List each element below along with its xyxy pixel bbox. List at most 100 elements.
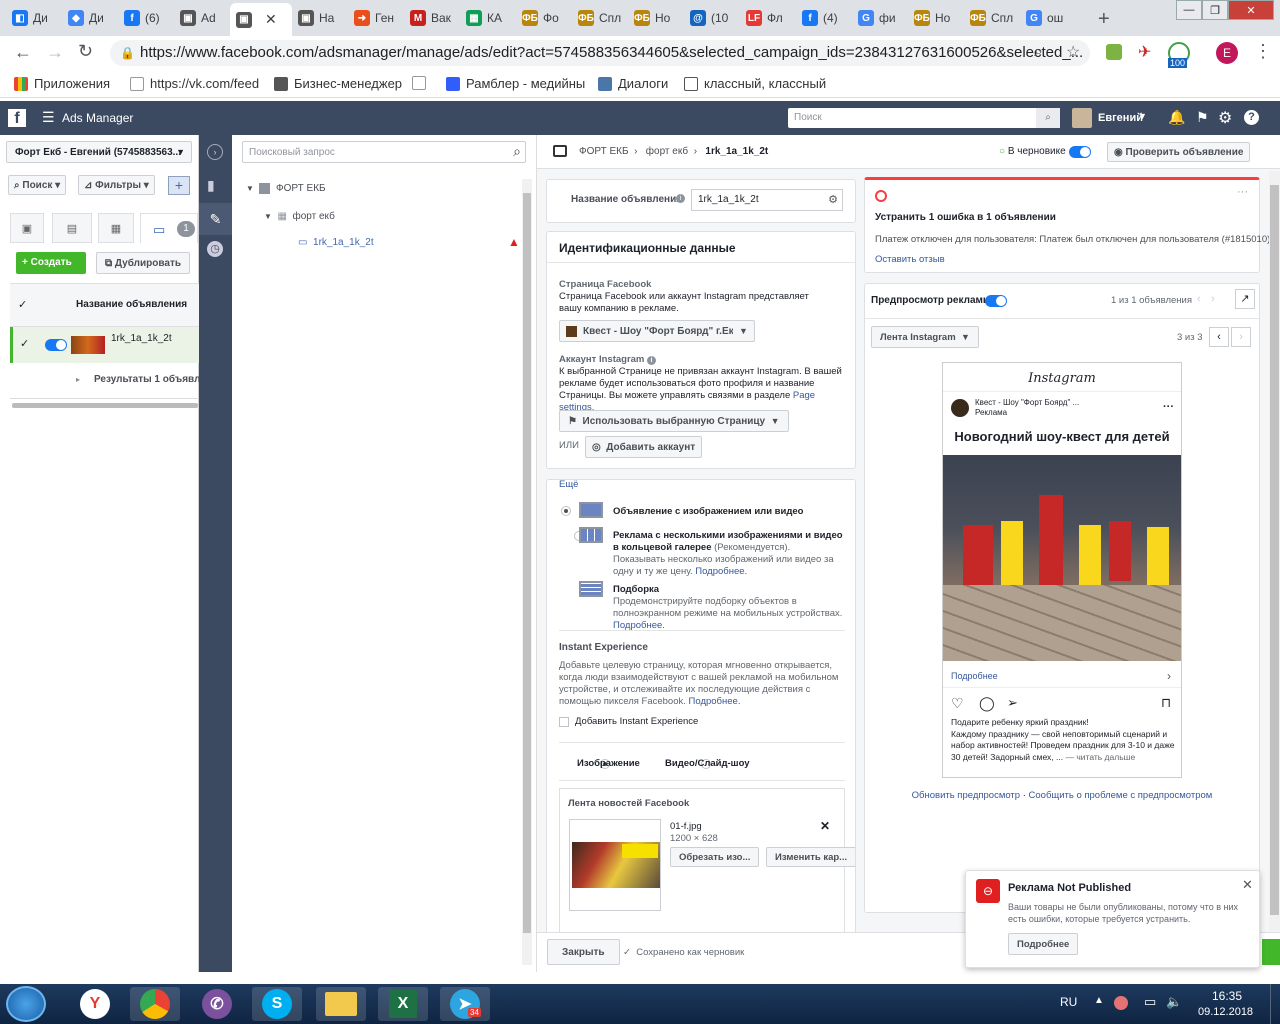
tray-app-icon[interactable] bbox=[1114, 996, 1128, 1010]
browser-tab[interactable]: Gфи bbox=[852, 4, 908, 32]
close-button[interactable]: Закрыть bbox=[547, 939, 620, 965]
editor-scrollbar[interactable] bbox=[1269, 171, 1280, 931]
format-single-label[interactable]: Объявление с изображением или видео bbox=[613, 506, 803, 517]
new-tab-button[interactable]: + bbox=[1098, 8, 1110, 31]
bookmark-dialogs[interactable]: Диалоги bbox=[598, 76, 668, 91]
more-options-icon[interactable]: ··· bbox=[1163, 401, 1174, 413]
scroll-thumb[interactable] bbox=[523, 193, 531, 933]
browser-tab[interactable]: ФБ Спл bbox=[572, 4, 628, 32]
search-icon[interactable]: ⌕ bbox=[1036, 108, 1060, 128]
bookmark-icon[interactable]: ⊓ bbox=[1161, 695, 1171, 711]
minimize-button[interactable]: — bbox=[1176, 0, 1202, 20]
browser-tab[interactable]: ▣ Нa bbox=[292, 4, 348, 32]
tree-campaign[interactable]: ▼ ФОРТ ЕКБ bbox=[246, 183, 326, 194]
duplicate-button[interactable]: ⧉ Дублировать bbox=[96, 252, 190, 274]
change-image-button[interactable]: Изменить кар... bbox=[766, 847, 855, 867]
bookmark-business[interactable]: Бизнес-менеджер bbox=[274, 76, 402, 91]
chevron-left-icon[interactable]: ‹ bbox=[1197, 293, 1201, 305]
tab-ads[interactable]: ▭ 1 bbox=[140, 213, 198, 243]
user-name[interactable]: Евгений bbox=[1098, 112, 1143, 124]
tab-grid[interactable]: ▦ bbox=[98, 213, 134, 243]
reload-icon[interactable]: ↻ bbox=[78, 41, 93, 62]
browser-tab[interactable]: ➜ Ген bbox=[348, 4, 404, 32]
use-page-button[interactable]: ⚑ Использовать выбранную Страницу ▼ bbox=[559, 410, 789, 432]
bookmark-apps[interactable]: Приложения bbox=[14, 76, 110, 91]
chevron-down-icon[interactable]: ▼ bbox=[1138, 111, 1147, 121]
format-single-radio[interactable] bbox=[561, 506, 571, 516]
format-carousel-label[interactable]: Реклама с несколькими изображениями и ви… bbox=[613, 530, 845, 578]
edit-icon[interactable]: ✎ bbox=[199, 203, 232, 235]
more-options-icon[interactable]: ··· bbox=[1237, 186, 1248, 198]
chrome-icon[interactable] bbox=[130, 987, 180, 1021]
url-input[interactable]: 🔒 https://www.facebook.com/adsmanager/ma… bbox=[110, 40, 1090, 66]
account-selector[interactable]: Форт Екб - Евгений (5745883563... ▼ bbox=[6, 141, 192, 163]
preview-toggle[interactable] bbox=[985, 295, 1007, 307]
crop-image-button[interactable]: Обрезать изо... bbox=[670, 847, 760, 867]
heart-icon[interactable]: ♡ bbox=[951, 695, 964, 712]
show-desktop-button[interactable] bbox=[1270, 984, 1280, 1024]
close-tab-icon[interactable]: ✕ bbox=[265, 11, 277, 28]
tray-arrow-icon[interactable]: ▲ bbox=[1094, 995, 1104, 1006]
browser-tab[interactable]: ▦ КА bbox=[460, 4, 516, 32]
publish-button[interactable] bbox=[1262, 939, 1280, 965]
table-row[interactable]: ✓ 1rk_1a_1k_2t bbox=[10, 327, 199, 363]
report-preview-link[interactable]: Сообщить о проблеме с предпросмотром bbox=[1029, 790, 1213, 801]
placement-selector[interactable]: Лента Instagram ▼ bbox=[871, 326, 979, 348]
browser-tab[interactable]: LF Фл bbox=[740, 4, 796, 32]
bookmark-classmates[interactable]: классный, классный bbox=[684, 76, 826, 91]
browser-tab[interactable]: f (6) bbox=[118, 4, 174, 32]
explorer-icon[interactable] bbox=[316, 987, 366, 1021]
forward-icon[interactable]: → bbox=[46, 42, 64, 63]
browser-tab[interactable]: ▣ Ad bbox=[174, 4, 230, 32]
info-icon[interactable]: i bbox=[676, 194, 685, 203]
browser-tab[interactable]: Gош bbox=[1020, 4, 1076, 32]
browser-tab[interactable]: ◆ Ди bbox=[62, 4, 118, 32]
share-icon[interactable]: ➢ bbox=[1007, 695, 1018, 711]
browser-tab[interactable]: ▣ ✕ bbox=[230, 3, 292, 36]
browser-tab[interactable]: ФБ Но bbox=[628, 4, 684, 32]
refresh-preview-link[interactable]: Обновить предпросмотр bbox=[912, 790, 1020, 801]
fb-page-selector[interactable]: Квест - Шоу "Форт Боярд" г.Ек... ▼ bbox=[559, 320, 755, 342]
format-collection-label[interactable]: Подборка Продемонстрируйте подборку объе… bbox=[613, 584, 845, 632]
chart-icon[interactable]: ▮ bbox=[207, 177, 215, 194]
bookmark-vk[interactable]: https://vk.com/feed bbox=[130, 76, 259, 91]
panel-toggle-icon[interactable] bbox=[553, 145, 567, 157]
history-icon[interactable]: ◷ bbox=[207, 241, 223, 257]
menu-icon[interactable]: ⋮ bbox=[1254, 41, 1272, 62]
browser-tab[interactable]: @ (10 bbox=[684, 4, 740, 32]
bookmark-rambler[interactable]: Рамблер - медийны bbox=[446, 76, 585, 91]
excel-icon[interactable]: X bbox=[378, 987, 428, 1021]
comment-icon[interactable]: ◯ bbox=[979, 695, 995, 712]
ad-status-toggle[interactable] bbox=[45, 339, 67, 351]
extension-icon[interactable]: ✈ bbox=[1138, 42, 1151, 62]
prev-placement-button[interactable]: ‹ bbox=[1209, 327, 1229, 347]
telegram-icon[interactable]: ➤ bbox=[440, 987, 490, 1021]
gear-icon[interactable]: ⚙ bbox=[828, 193, 838, 206]
facebook-logo-icon[interactable]: f bbox=[8, 109, 26, 127]
toast-close-icon[interactable]: ✕ bbox=[1242, 877, 1253, 893]
add-account-button[interactable]: ◎ Добавить аккаунт bbox=[585, 436, 703, 458]
learn-more-link[interactable]: Подробнее bbox=[951, 671, 998, 681]
start-button[interactable] bbox=[6, 986, 46, 1022]
bell-icon[interactable]: 🔔 bbox=[1168, 109, 1185, 126]
volume-icon[interactable]: 🔈 bbox=[1166, 994, 1182, 1010]
language-indicator[interactable]: RU bbox=[1060, 995, 1077, 1009]
help-icon[interactable]: ? bbox=[1244, 110, 1259, 125]
instant-checkbox-label[interactable]: Добавить Instant Experience bbox=[575, 716, 698, 727]
browser-tab[interactable]: ФБ Фо bbox=[516, 4, 572, 32]
browser-tab[interactable]: ФБ Спл bbox=[964, 4, 1020, 32]
star-icon[interactable]: ☆ bbox=[1066, 42, 1080, 62]
browser-tab[interactable]: ФБ Но bbox=[908, 4, 964, 32]
tab-adsets[interactable]: ▤ bbox=[52, 213, 92, 243]
search-button[interactable]: ⌕ Поиск ▾ bbox=[8, 175, 67, 195]
more-link[interactable]: Ещё bbox=[559, 480, 578, 490]
collapse-icon[interactable]: › bbox=[207, 144, 223, 160]
remove-image-icon[interactable]: ✕ bbox=[820, 819, 830, 833]
add-filter-button[interactable]: + bbox=[168, 176, 190, 195]
horizontal-scrollbar[interactable] bbox=[12, 403, 198, 408]
user-avatar[interactable] bbox=[1072, 108, 1092, 128]
flag-icon[interactable]: ⚑ bbox=[1196, 109, 1209, 126]
bookmark-blank[interactable] bbox=[412, 76, 432, 90]
open-external-icon[interactable]: ↗ bbox=[1235, 289, 1255, 309]
gear-icon[interactable]: ⚙ bbox=[1218, 108, 1232, 128]
